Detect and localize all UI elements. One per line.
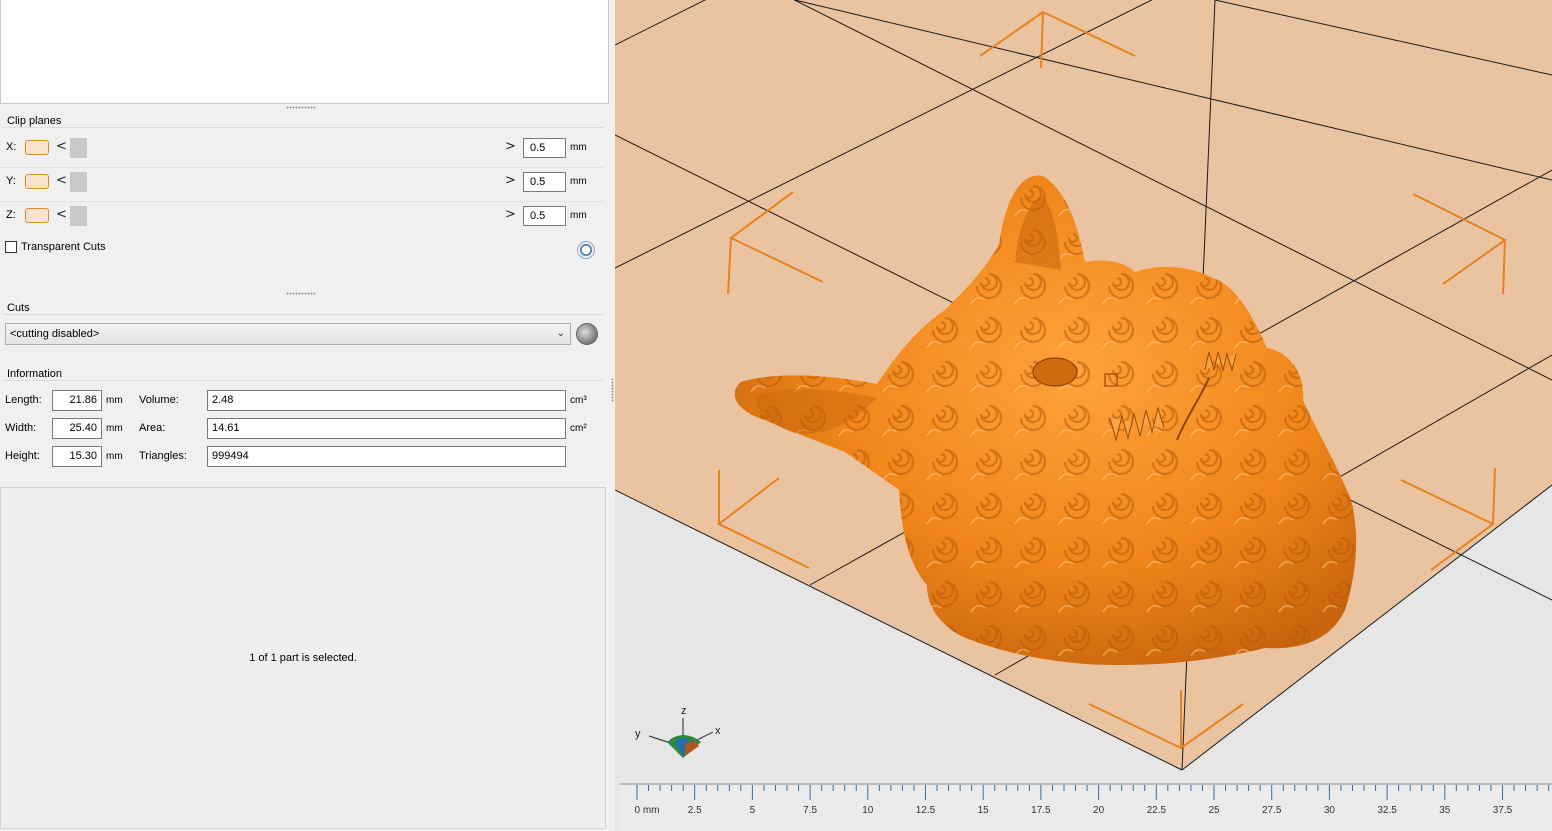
axis-label-z: z (681, 705, 687, 717)
ruler-label: 10 (862, 805, 874, 816)
clip-label-z: Z: (6, 209, 16, 221)
clip-y-increase-button[interactable]: > (505, 173, 516, 189)
triangles-label: Triangles: (139, 450, 187, 462)
transparent-cuts-label: Transparent Cuts (21, 241, 106, 253)
build-plate-scene (615, 0, 1552, 831)
area-unit: cm² (570, 423, 587, 434)
area-label: Area: (139, 422, 166, 434)
area-field[interactable]: 14.61 (207, 418, 566, 439)
cuts-title: Cuts (7, 302, 33, 314)
ruler-label: 30 (1323, 805, 1335, 816)
clip-x-slider-thumb[interactable] (70, 138, 87, 158)
cuts-dropdown[interactable]: <cutting disabled> ⌄ (5, 323, 571, 345)
clip-y-toggle-button[interactable] (25, 174, 49, 189)
ruler-label: 7.5 (803, 805, 818, 816)
selection-status: 1 of 1 part is selected. (249, 652, 357, 664)
clip-z-slider-thumb[interactable] (70, 206, 87, 226)
3d-viewport[interactable]: z y x 0 mm 2.5 5 7.5 10 12.5 15 17.5 20 22.5 25 27.… (615, 0, 1552, 831)
clip-z-increase-button[interactable]: > (505, 207, 516, 223)
cuts-dropdown-value: <cutting disabled> (10, 328, 100, 340)
clip-z-decrease-button[interactable]: < (56, 207, 67, 223)
clip-x-value-input[interactable]: 0.5 (523, 138, 566, 158)
ruler-ticks (620, 783, 1552, 800)
clip-row-x: X: < > 0.5 mm (0, 133, 606, 163)
clip-y-unit: mm (570, 176, 587, 187)
clip-x-increase-button[interactable]: > (505, 139, 516, 155)
ruler-label: 32.5 (1377, 805, 1397, 816)
clip-x-slider[interactable] (70, 138, 500, 158)
clip-z-slider[interactable] (70, 206, 500, 226)
ruler-label: 12.5 (915, 805, 936, 816)
height-unit: mm (106, 451, 123, 462)
length-field[interactable]: 21.86 (52, 390, 102, 411)
clip-label-x: X: (6, 141, 17, 153)
clip-y-slider-thumb[interactable] (70, 172, 87, 192)
width-field[interactable]: 25.40 (52, 418, 102, 439)
ruler-label: 0 mm (634, 805, 660, 816)
splitter-handle-top[interactable] (286, 106, 316, 109)
height-field[interactable]: 15.30 (52, 446, 102, 467)
ruler-label: 27.5 (1261, 805, 1282, 816)
width-label: Width: (5, 422, 37, 434)
clip-z-toggle-button[interactable] (25, 208, 49, 223)
clip-z-value-input[interactable]: 0.5 (523, 206, 566, 226)
cut-tool-icon[interactable] (576, 323, 598, 345)
information-title: Information (7, 368, 66, 380)
clip-label-y: Y: (6, 175, 16, 187)
volume-unit: cm³ (570, 395, 587, 406)
clip-x-toggle-button[interactable] (25, 140, 49, 155)
axis-label-y: y (635, 728, 641, 740)
ruler-label: 20 (1093, 805, 1105, 816)
length-unit: mm (106, 395, 123, 406)
ruler-label: 25 (1208, 805, 1220, 816)
clip-planes-title: Clip planes (7, 115, 65, 127)
length-label: Length: (5, 394, 42, 406)
axis-label-x: x (715, 725, 721, 737)
ruler-label: 35 (1439, 805, 1451, 816)
clip-row-y: Y: < > 0.5 mm (0, 167, 606, 197)
clip-row-z: Z: < > 0.5 mm (0, 201, 606, 231)
chevron-down-icon: ⌄ (556, 328, 565, 339)
transparent-cuts-checkbox[interactable] (5, 241, 17, 253)
triangles-field[interactable]: 999494 (207, 446, 566, 467)
clip-x-unit: mm (570, 142, 587, 153)
splitter-handle-middle[interactable] (286, 292, 316, 295)
ruler-label: 22.5 (1146, 805, 1167, 816)
part-list[interactable] (0, 0, 609, 104)
height-label: Height: (5, 450, 40, 462)
clip-y-decrease-button[interactable]: < (56, 173, 67, 189)
ruler-label: 15 (977, 805, 989, 816)
volume-label: Volume: (139, 394, 179, 406)
selection-panel: 1 of 1 part is selected. (0, 487, 606, 829)
left-panel: Clip planes X: < > 0.5 mm Y: < > 0.5 mm … (0, 0, 610, 831)
ruler-label: 37.5 (1492, 805, 1513, 816)
volume-field[interactable]: 2.48 (207, 390, 566, 411)
clip-z-unit: mm (570, 210, 587, 221)
ruler: 0 mm 2.5 5 7.5 10 12.5 15 17.5 20 22.5 25 27.5 30 32.… (620, 782, 1552, 831)
reset-clip-icon[interactable] (577, 241, 595, 259)
clip-x-decrease-button[interactable]: < (56, 139, 67, 155)
ruler-label: 5 (749, 805, 756, 816)
width-unit: mm (106, 423, 123, 434)
ruler-label: 17.5 (1031, 805, 1051, 816)
clip-y-value-input[interactable]: 0.5 (523, 172, 566, 192)
clip-y-slider[interactable] (70, 172, 500, 192)
ruler-label: 2.5 (687, 805, 702, 816)
